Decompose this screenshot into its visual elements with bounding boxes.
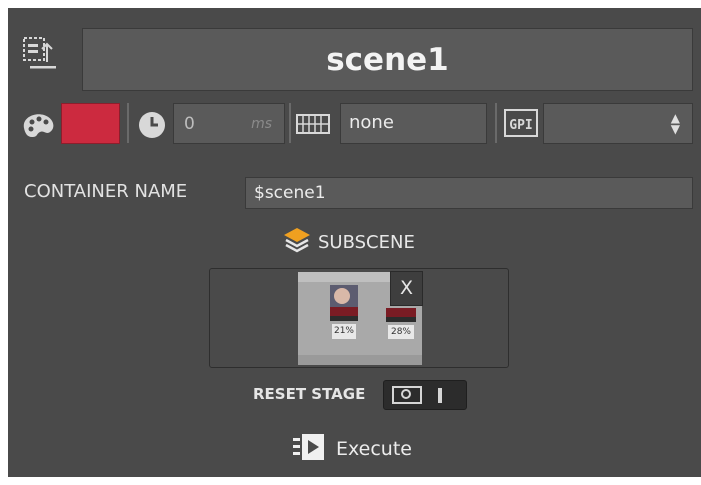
divider bbox=[289, 103, 291, 143]
execute-label: Execute bbox=[336, 438, 412, 460]
reset-stage-label: RESET STAGE bbox=[253, 385, 366, 403]
key-input[interactable]: none bbox=[340, 103, 487, 144]
remove-subscene-button[interactable]: X bbox=[390, 271, 423, 306]
thumb-band bbox=[386, 308, 416, 317]
palette-icon bbox=[20, 110, 58, 138]
duration-input[interactable]: 0 ms bbox=[173, 103, 285, 144]
gpi-icon: GPI bbox=[503, 108, 539, 138]
execute-icon bbox=[293, 432, 327, 466]
duration-unit: ms bbox=[251, 116, 272, 132]
layers-icon bbox=[282, 226, 312, 258]
container-name-input[interactable]: $scene1 bbox=[245, 177, 693, 209]
thumb-band bbox=[386, 317, 416, 322]
keyboard-icon bbox=[295, 112, 331, 136]
container-name-label: CONTAINER NAME bbox=[24, 181, 188, 202]
divider bbox=[127, 103, 129, 143]
thumb-face bbox=[334, 288, 350, 304]
execute-button[interactable]: Execute bbox=[293, 433, 412, 465]
gpi-select[interactable]: ▲ ▼ bbox=[543, 103, 693, 144]
scene-title[interactable]: scene1 bbox=[82, 28, 693, 91]
subscene-label: SUBSCENE bbox=[318, 231, 415, 253]
thumb-value: 21% bbox=[332, 324, 356, 339]
svg-text:GPI: GPI bbox=[509, 118, 532, 133]
thumb-value: 28% bbox=[388, 325, 414, 339]
thumb-band bbox=[330, 307, 358, 316]
scene-export-icon[interactable] bbox=[18, 32, 58, 76]
duration-value: 0 bbox=[184, 114, 195, 134]
thumb-band bbox=[330, 316, 358, 321]
divider bbox=[495, 103, 497, 143]
chevron-updown-icon: ▲ ▼ bbox=[670, 111, 680, 136]
color-swatch[interactable] bbox=[61, 103, 120, 144]
subscene-header: SUBSCENE bbox=[282, 226, 415, 258]
toggle-on-icon bbox=[438, 388, 442, 403]
thumb-band bbox=[298, 355, 422, 365]
reset-stage-toggle[interactable] bbox=[383, 380, 467, 410]
toggle-off-icon bbox=[392, 386, 422, 404]
clock-icon bbox=[136, 110, 168, 140]
